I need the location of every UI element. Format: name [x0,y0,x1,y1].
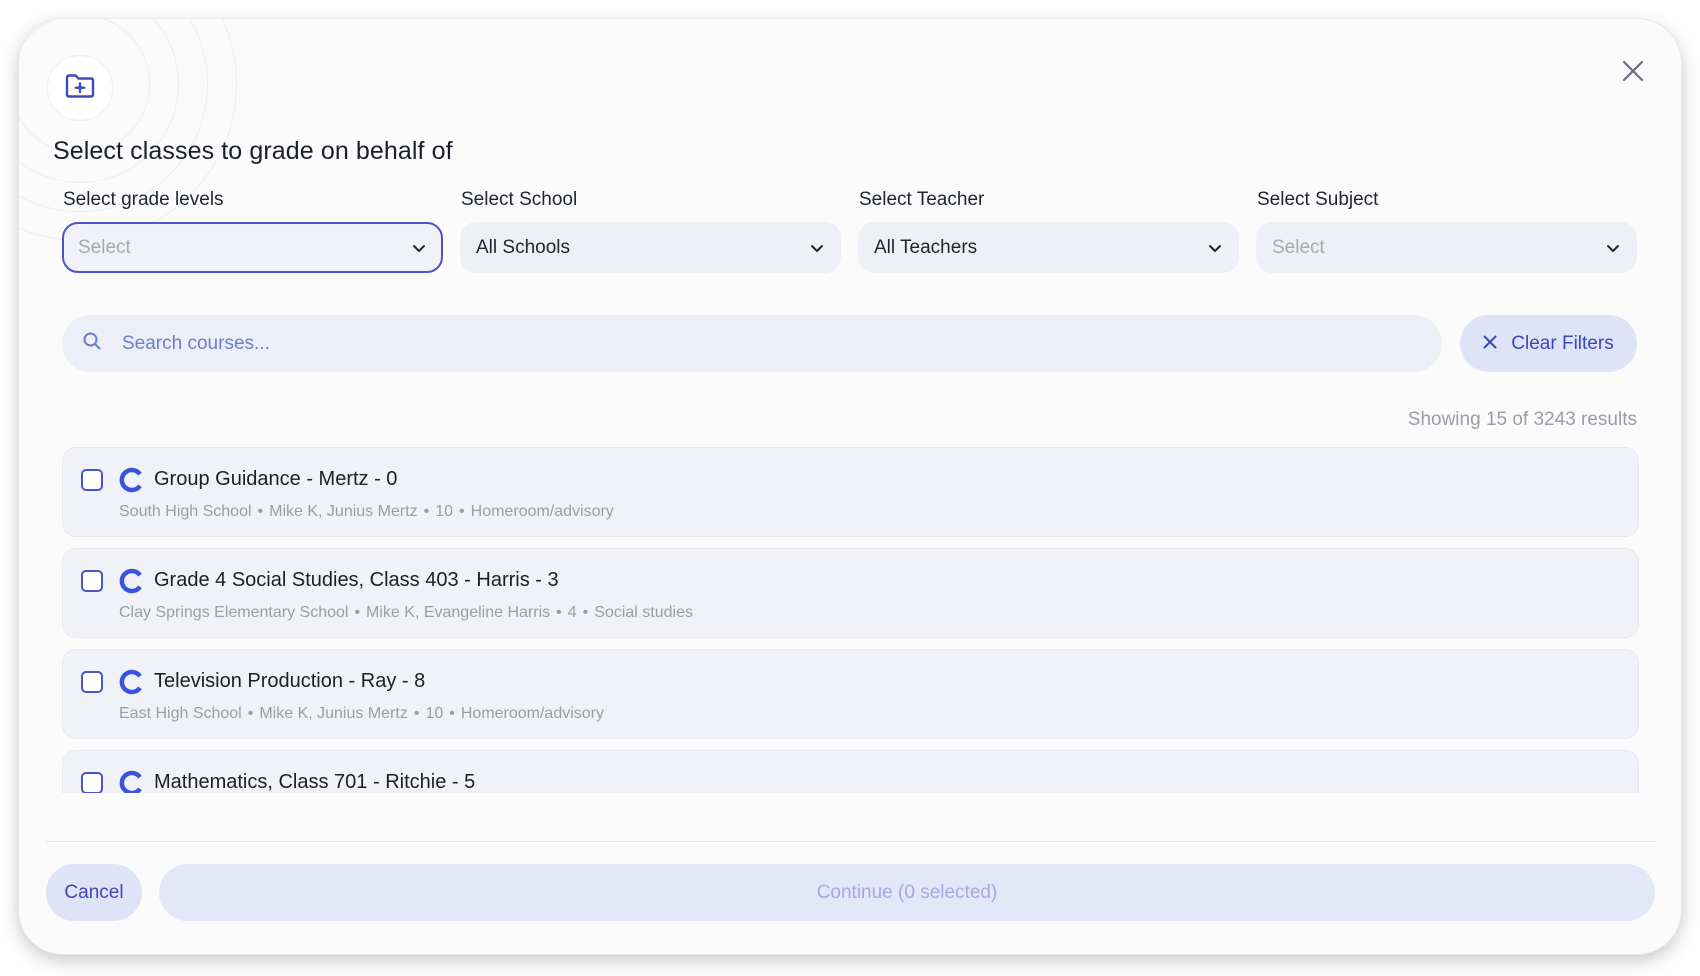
footer-divider [46,841,1655,842]
results-count: Showing 15 of 3243 results [1407,409,1637,430]
filter-label: Select School [461,189,578,210]
filter-subject: Select Subject Select [1256,189,1637,273]
course-meta: Clay Springs Elementary School • Mike K, E… [119,604,693,622]
course-subject: Social studies [594,604,693,621]
course-school: South High School [119,503,252,520]
course-school: East High School [119,705,242,722]
course-row[interactable]: Grade 4 Social Studies, Class 403 - Harr… [62,548,1639,638]
course-meta: East High School • Mike K, Junius Mertz • 10… [119,705,604,723]
close-icon [1483,333,1497,355]
chevron-down-icon [810,237,824,259]
separator-dot: • [247,705,254,722]
close-icon [1622,60,1644,87]
course-meta: South High School • Mike K, Junius Mertz • 1… [119,503,614,521]
teacher-select[interactable]: All Teachers [858,222,1239,273]
select-value: All Teachers [874,236,978,258]
course-checkbox[interactable] [81,570,103,592]
course-school: Clay Springs Elementary School [119,604,349,621]
filter-label: Select Subject [1257,189,1379,210]
subject-select[interactable]: Select [1256,222,1637,273]
filter-bar: Select grade levels Select Select School… [62,189,1639,273]
filter-label: Select Teacher [859,189,985,210]
course-subject: Homeroom/advisory [470,503,614,520]
course-name: Television Production - Ray - 8 [154,670,426,692]
select-value: All Schools [476,236,570,258]
separator-dot: • [257,503,264,520]
course-subject: Homeroom/advisory [460,705,604,722]
course-name: Grade 4 Social Studies, Class 403 - Harr… [154,569,559,591]
course-list[interactable]: Group Guidance - Mertz - 0 South High Sc… [62,447,1639,793]
continue-button[interactable]: Continue (0 selected) [159,864,1655,921]
select-value: Select [1272,236,1325,258]
search-icon [82,331,102,356]
grade-levels-select[interactable]: Select [62,222,443,273]
separator-dot: • [423,503,430,520]
separator-dot: • [449,705,455,722]
separator-dot: • [413,705,420,722]
course-grade: 10 [425,705,444,722]
course-logo-icon [119,770,145,793]
chevron-down-icon [412,237,426,259]
filter-label: Select grade levels [63,189,224,210]
course-name: Mathematics, Class 701 - Ritchie - 5 [154,771,476,793]
separator-dot: • [459,503,465,520]
clear-filters-button[interactable]: Clear Filters [1460,315,1637,372]
course-teachers: Mike K, Junius Mertz [269,503,418,520]
cancel-button[interactable]: Cancel [46,864,142,921]
separator-dot: • [556,604,562,621]
search-bar[interactable] [62,315,1442,372]
filter-teacher: Select Teacher All Teachers [858,189,1239,273]
filter-grade-levels: Select grade levels Select [62,189,443,273]
folder-plus-icon [65,73,95,104]
course-grade: 4 [567,604,577,621]
select-classes-dialog: Select classes to grade on behalf of Sel… [19,19,1681,954]
dialog-title: Select classes to grade on behalf of [53,137,453,165]
course-teachers: Mike K, Evangeline Harris [366,604,551,621]
course-name: Group Guidance - Mertz - 0 [154,468,398,490]
chevron-down-icon [1208,237,1222,259]
course-checkbox[interactable] [81,772,103,793]
course-grade: 10 [435,503,454,520]
course-checkbox[interactable] [81,671,103,693]
clear-filters-label: Clear Filters [1511,332,1614,354]
course-teachers: Mike K, Junius Mertz [259,705,408,722]
course-logo-icon [119,467,145,493]
search-input[interactable] [120,331,1320,356]
course-row[interactable]: Television Production - Ray - 8 East Hig… [62,649,1639,739]
filter-school: Select School All Schools [460,189,841,273]
close-button[interactable] [1613,53,1653,93]
course-checkbox[interactable] [81,469,103,491]
course-row[interactable]: Group Guidance - Mertz - 0 South High Sc… [62,447,1639,537]
header-icon-badge [47,55,113,121]
school-select[interactable]: All Schools [460,222,841,273]
course-logo-icon [119,568,145,594]
header-ripple-3 [19,19,208,212]
separator-dot: • [582,604,589,621]
chevron-down-icon [1606,237,1620,259]
course-logo-icon [119,669,145,695]
select-value: Select [78,236,131,258]
course-row[interactable]: Mathematics, Class 701 - Ritchie - 5 [62,750,1639,793]
separator-dot: • [354,604,361,621]
